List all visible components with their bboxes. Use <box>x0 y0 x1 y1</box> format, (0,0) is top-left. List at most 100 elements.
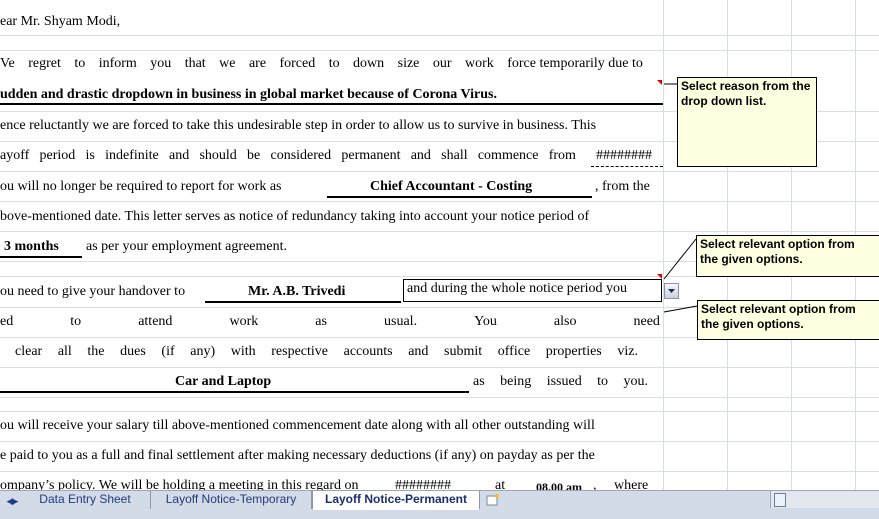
commence-date-cell[interactable]: ######## <box>596 148 652 164</box>
designation-cell[interactable]: Chief Accountant - Costing <box>370 179 532 195</box>
word: need <box>633 314 660 329</box>
notice-period-cell[interactable]: 3 months <box>4 239 59 255</box>
word: and <box>408 344 429 359</box>
salutation: ear Mr. Shyam Modi, <box>0 14 121 29</box>
word: from <box>548 148 576 163</box>
sheet-tab-bar: ◀ ▶ Data Entry Sheet Layoff Notice-Tempo… <box>0 490 879 519</box>
word: is <box>85 148 95 163</box>
meeting-date-cell[interactable]: ######## <box>395 478 451 490</box>
word: any) <box>190 344 216 359</box>
word: attend <box>138 314 173 329</box>
p1-line7-post: as per your employment agreement. <box>86 239 287 254</box>
word: also <box>553 314 577 329</box>
chevron-down-icon[interactable] <box>664 283 679 299</box>
word: and <box>410 148 431 163</box>
word: work <box>464 56 494 71</box>
insert-worksheet-icon[interactable] <box>480 491 506 509</box>
properties-cell[interactable]: Car and Laptop <box>175 374 271 390</box>
where-word: where <box>614 478 649 490</box>
p1-line5-pre: ou will no longer be required to report … <box>0 179 282 194</box>
word: that <box>184 56 206 71</box>
word: period <box>39 148 76 163</box>
properties-underline <box>0 391 469 393</box>
word: you <box>150 56 172 71</box>
handover-person-underline <box>205 301 401 303</box>
word: to <box>70 314 82 329</box>
word: inform <box>98 56 137 71</box>
date-underline <box>591 165 663 167</box>
word: ayoff <box>0 148 30 163</box>
worksheet-area[interactable]: ear Mr. Shyam Modi, Ve regret to inform you t… <box>0 0 879 490</box>
meeting-time-cell[interactable]: 08.00 am <box>536 479 582 490</box>
comment-box-option2[interactable]: Select relevant option from the given op… <box>697 300 879 340</box>
word: with <box>230 344 256 359</box>
gridline <box>0 201 879 202</box>
word: to <box>597 374 609 389</box>
word: considered <box>270 148 332 163</box>
word: forced <box>279 56 316 71</box>
tab-data-entry-sheet[interactable]: Data Entry Sheet <box>20 491 151 509</box>
gridline <box>0 397 879 398</box>
reason-cell[interactable]: udden and drastic dropdown in business i… <box>0 87 497 103</box>
word: dues <box>120 344 146 359</box>
word: to <box>74 56 86 71</box>
comma: , <box>593 478 597 490</box>
comment-arrow <box>663 238 697 280</box>
word: indefinite <box>105 148 159 163</box>
word: regret <box>28 56 61 71</box>
word: work <box>229 314 259 329</box>
word: we <box>219 56 236 71</box>
p1-line3: ence reluctantly we are forced to take t… <box>0 118 597 133</box>
p2-line4: as being issued to you. <box>473 374 648 390</box>
word: clear <box>15 344 43 359</box>
comment-indicator-icon[interactable] <box>657 274 662 279</box>
p3-line2: e paid to you as a full and final settle… <box>0 448 595 463</box>
word: usual. <box>384 314 418 329</box>
reason-underline <box>0 103 663 105</box>
handover-option-dropdown[interactable]: and during the whole notice period you <box>403 279 662 302</box>
comment-box-reason[interactable]: Select reason from the drop down list. <box>677 77 817 167</box>
gridline <box>0 50 879 51</box>
gridline <box>0 411 879 412</box>
p2-line3: clear all the dues (if any) with respective acco… <box>15 344 638 360</box>
p1-line1: Ve regret to inform you that we are forced to down… <box>0 56 643 72</box>
comment-box-option1[interactable]: Select relevant option from the given op… <box>696 235 879 277</box>
word: all <box>57 344 72 359</box>
gridline <box>0 231 879 232</box>
comment-indicator-icon[interactable] <box>657 80 662 85</box>
word: our <box>432 56 452 71</box>
word: viz. <box>617 344 638 359</box>
word: commence <box>477 148 539 163</box>
word: issued <box>546 374 582 389</box>
word: being <box>500 374 532 389</box>
gridline <box>0 35 879 36</box>
tab-layoff-notice-permanent[interactable]: Layoff Notice-Permanent <box>312 491 480 510</box>
p3-line1: ou will receive your salary till above-m… <box>0 418 595 433</box>
word: accounts <box>343 344 393 359</box>
gridline <box>663 0 664 490</box>
p3-line3-pre: ompany’s policy. We will be holding a me… <box>0 478 359 490</box>
gridline <box>0 367 879 368</box>
notice-period-underline <box>0 256 82 258</box>
word: the <box>87 344 105 359</box>
tab-layoff-notice-temporary[interactable]: Layoff Notice-Temporary <box>151 491 312 509</box>
gridline <box>0 171 879 172</box>
word: You <box>474 314 497 329</box>
handover-pre: ou need to give your handover to <box>0 284 186 299</box>
word: (if <box>161 344 175 359</box>
word: properties <box>545 344 602 359</box>
word: office <box>497 344 531 359</box>
designation-underline <box>327 196 592 198</box>
horizontal-scrollbar[interactable] <box>770 491 879 508</box>
word: as <box>315 314 327 329</box>
scrollbar-thumb[interactable] <box>774 493 786 507</box>
word: should <box>199 148 237 163</box>
word: size <box>397 56 420 71</box>
word: you. <box>623 374 648 389</box>
handover-person-cell[interactable]: Mr. A.B. Trivedi <box>248 284 345 300</box>
word: as <box>473 374 485 389</box>
word: force temporarily due to <box>507 56 643 71</box>
word: down <box>353 56 385 71</box>
word: shall <box>441 148 468 163</box>
word: and <box>169 148 190 163</box>
